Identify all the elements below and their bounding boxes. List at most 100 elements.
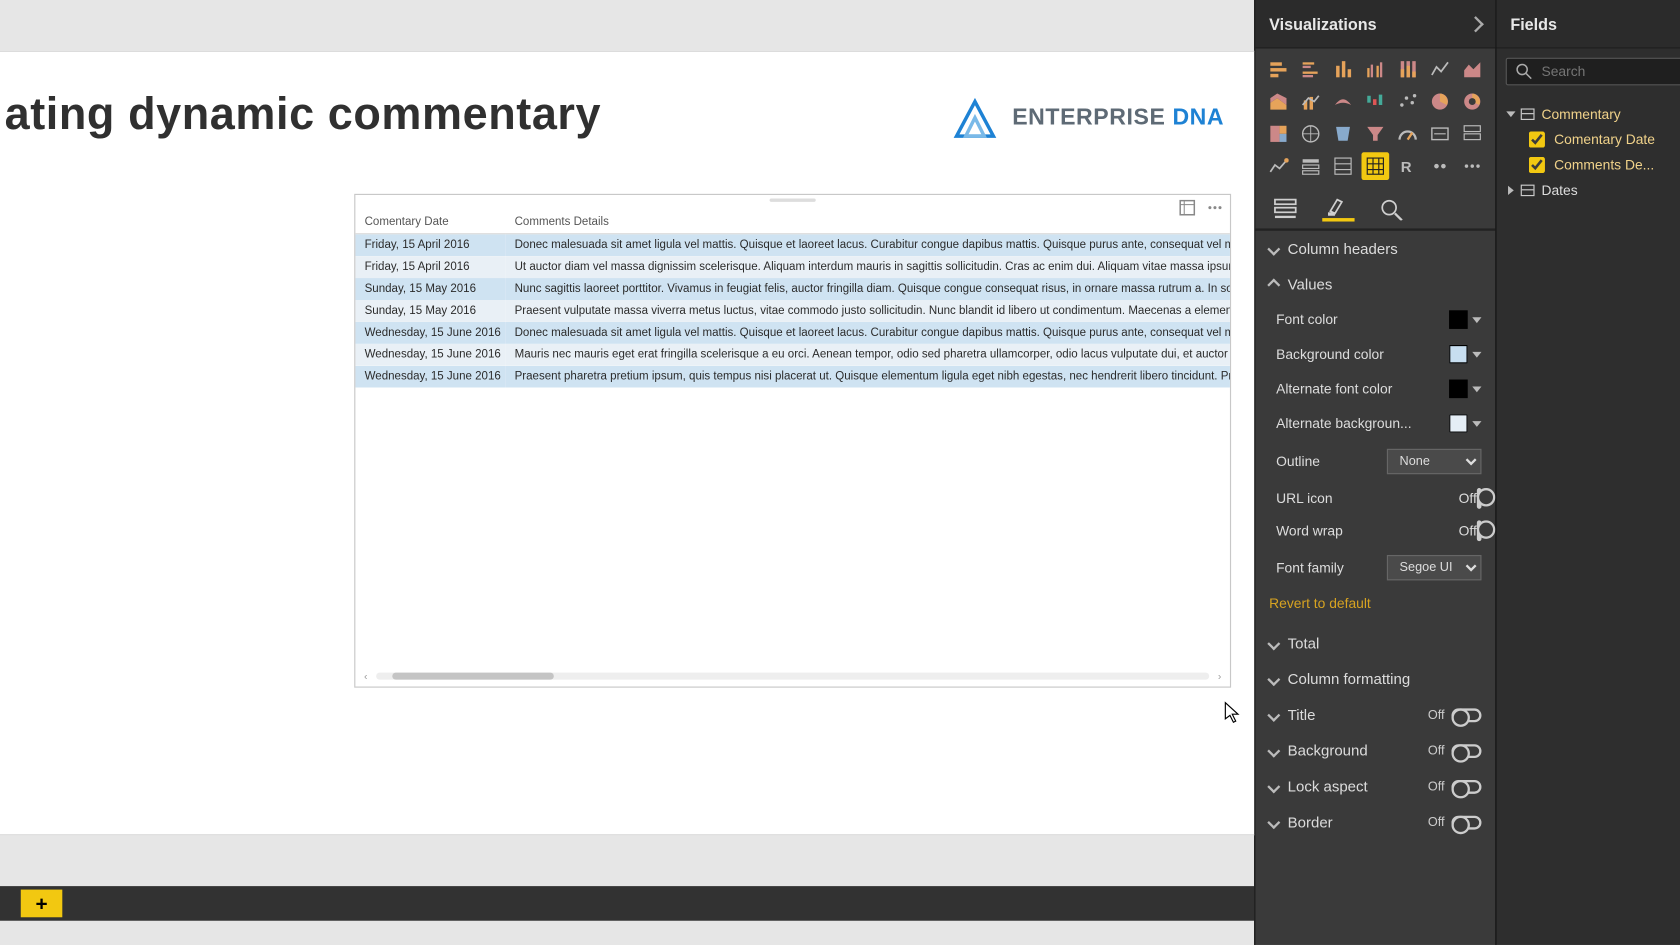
viz-type-funnel[interactable] [1361,120,1389,148]
toggle[interactable]: Off [1428,744,1482,758]
dropdown-icon[interactable] [1472,386,1481,392]
section-column-headers[interactable]: Column headers [1255,231,1495,267]
viz-type-multi-card[interactable] [1458,120,1486,148]
viz-type-line-column[interactable] [1297,88,1325,116]
revert-to-default-link[interactable]: Revert to default [1255,588,1495,625]
search-input[interactable] [1541,63,1680,79]
dropdown-icon[interactable] [1472,351,1481,357]
viz-type-r-script[interactable]: R [1394,152,1422,180]
scroll-left-icon[interactable]: ‹ [360,670,372,682]
prop-alt-font-color[interactable]: Alternate font color [1255,372,1495,407]
prop-font-family[interactable]: Font familySegoe UI [1255,547,1495,589]
prop-font-color[interactable]: Font color [1255,302,1495,337]
viz-type-matrix[interactable] [1361,152,1389,180]
switch-icon[interactable] [1451,815,1481,829]
prop-word-wrap[interactable]: Word wrapOff [1255,515,1495,547]
dropdown-icon[interactable] [1472,421,1481,427]
visualizations-header[interactable]: Visualizations [1255,0,1495,48]
viz-type-more[interactable] [1458,152,1486,180]
viz-type-filled-map[interactable] [1329,120,1357,148]
section-title[interactable]: TitleOff [1255,697,1495,733]
color-swatch[interactable] [1449,310,1467,328]
collapse-pane-icon[interactable] [1468,15,1484,31]
tab-fields[interactable] [1269,196,1301,221]
toggle[interactable]: Off [1459,490,1482,506]
viz-type-table[interactable] [1329,152,1357,180]
scroll-thumb[interactable] [392,673,554,680]
table-row[interactable]: Sunday, 15 May 2016Praesent vulputate ma… [355,300,1230,322]
table-row[interactable]: Sunday, 15 May 2016Nunc sagittis laoreet… [355,278,1230,300]
prop-alt-background[interactable]: Alternate backgroun... [1255,406,1495,441]
viz-type-map[interactable] [1297,120,1325,148]
table-row[interactable]: Wednesday, 15 June 2016Mauris nec mauris… [355,344,1230,366]
more-options-icon[interactable] [1207,200,1223,216]
section-values[interactable]: Values [1255,267,1495,303]
scroll-track[interactable] [376,673,1209,680]
expand-icon[interactable] [1508,186,1514,195]
viz-type-clustered-column[interactable] [1361,55,1389,83]
switch-icon[interactable] [1477,520,1482,541]
tab-analytics[interactable] [1375,196,1407,221]
viz-type-scatter[interactable] [1394,88,1422,116]
table-row[interactable]: Wednesday, 15 June 2016Praesent pharetra… [355,366,1230,388]
viz-type-treemap[interactable] [1265,120,1293,148]
table-visual[interactable]: Comentary Date Comments Details Friday, … [354,194,1231,688]
switch-icon[interactable] [1451,779,1481,793]
toggle[interactable]: Off [1459,523,1482,539]
table-row[interactable]: Wednesday, 15 June 2016Donec malesuada s… [355,322,1230,344]
viz-type-stacked-column[interactable] [1329,55,1357,83]
focus-mode-icon[interactable] [1179,200,1195,216]
viz-type-area[interactable] [1458,55,1486,83]
viz-type-line[interactable] [1426,55,1454,83]
toggle[interactable]: Off [1428,708,1482,722]
viz-type-stacked-bar[interactable] [1265,55,1293,83]
horizontal-scrollbar[interactable]: ‹ › [360,670,1225,682]
section-column-formatting[interactable]: Column formatting [1255,661,1495,697]
viz-type-ribbon[interactable] [1329,88,1357,116]
switch-icon[interactable] [1451,744,1481,758]
viz-type-waterfall[interactable] [1361,88,1389,116]
field-item[interactable]: Comentary Date [1503,127,1680,152]
visual-drag-handle[interactable] [355,195,1230,204]
expand-icon[interactable] [1506,111,1515,117]
viz-type-pie[interactable] [1426,88,1454,116]
add-page-button[interactable]: + [21,890,63,918]
table-row[interactable]: Friday, 15 April 2016Donec malesuada sit… [355,234,1230,256]
font-family-select[interactable]: Segoe UI [1387,555,1482,580]
switch-icon[interactable] [1477,488,1482,509]
viz-type-card[interactable] [1426,120,1454,148]
viz-type-kpi[interactable] [1265,152,1293,180]
viz-type-gauge[interactable] [1394,120,1422,148]
viz-type-clustered-bar[interactable] [1297,55,1325,83]
color-swatch[interactable] [1449,380,1467,398]
viz-type-donut[interactable] [1458,88,1486,116]
scroll-right-icon[interactable]: › [1214,670,1226,682]
dropdown-icon[interactable] [1472,317,1481,323]
section-lock-aspect[interactable]: Lock aspectOff [1255,768,1495,804]
outline-select[interactable]: None [1387,449,1482,474]
viz-type-stacked-area[interactable] [1265,88,1293,116]
prop-background-color[interactable]: Background color [1255,337,1495,372]
table-row[interactable]: Friday, 15 April 2016Ut auctor diam vel … [355,256,1230,278]
viz-type-stacked-100[interactable] [1394,55,1422,83]
switch-icon[interactable] [1451,708,1481,722]
color-swatch[interactable] [1449,345,1467,363]
prop-url-icon[interactable]: URL iconOff [1255,482,1495,514]
fields-header[interactable]: Fields [1496,0,1680,48]
fields-table-dates[interactable]: Dates [1503,178,1680,203]
viz-type-py[interactable] [1426,152,1454,180]
fields-search[interactable] [1506,58,1680,86]
toggle[interactable]: Off [1428,815,1482,829]
field-checkbox[interactable] [1529,157,1545,173]
fields-table-commentary[interactable]: Commentary [1503,102,1680,127]
color-swatch[interactable] [1449,414,1467,432]
field-checkbox[interactable] [1529,132,1545,148]
prop-outline[interactable]: OutlineNone [1255,441,1495,483]
format-properties-list[interactable]: Column headers Values Font color Backgro… [1255,231,1495,945]
section-total[interactable]: Total [1255,625,1495,661]
viz-type-slicer[interactable] [1297,152,1325,180]
field-item[interactable]: Comments De... [1503,152,1680,177]
tab-format[interactable] [1322,196,1354,221]
toggle[interactable]: Off [1428,779,1482,793]
section-background[interactable]: BackgroundOff [1255,733,1495,769]
